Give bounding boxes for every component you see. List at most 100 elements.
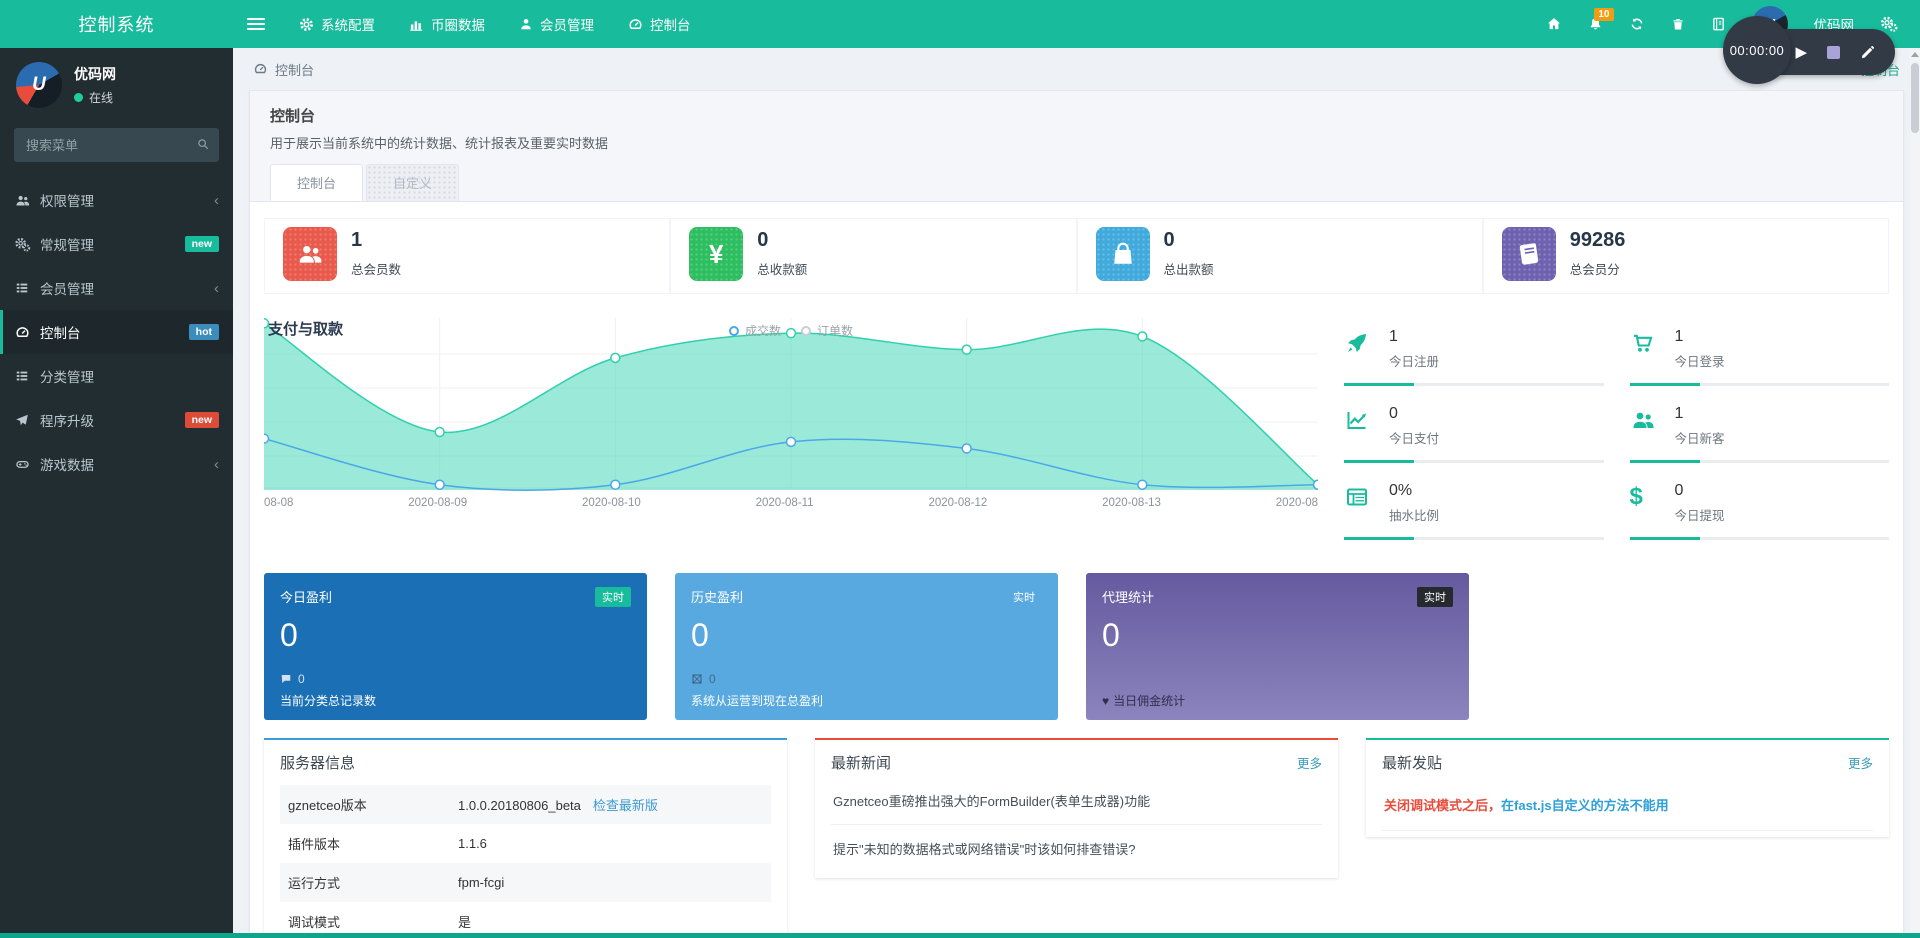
hot-badge: hot [189, 324, 219, 340]
book-icon [1502, 227, 1556, 281]
check-latest-link[interactable]: 检查最新版 [593, 798, 658, 813]
today-stats-grid: 1今日注册 1今日登录 0今日支付 [1344, 314, 1889, 553]
stat-card-total-paid-out[interactable]: 0总出款额 [1077, 218, 1483, 294]
bar-chart-icon [409, 17, 424, 32]
sidebar-item-upgrade[interactable]: 程序升级 new [0, 398, 233, 442]
mini-stat-withdrawals[interactable]: $ 0今日提现 [1630, 476, 1890, 540]
stat-card-total-points[interactable]: 99286总会员分 [1483, 218, 1889, 294]
realtime-badge: 实时 [1417, 587, 1453, 607]
hamburger-menu-icon[interactable] [247, 15, 265, 33]
nav-item-dashboard[interactable]: 控制台 [614, 0, 705, 48]
chart-title: 支付与取款 [268, 318, 343, 339]
breadcrumb: 控制台 控制台 [249, 48, 1904, 90]
sidebar-item-categories[interactable]: 分类管理 [0, 354, 233, 398]
card-agent-stats[interactable]: 代理统计实时 0 ♥当日佣金统计 [1086, 573, 1469, 720]
gear-icon [299, 17, 314, 32]
chevron-left-icon: ‹ [214, 456, 219, 473]
refresh-icon[interactable] [1629, 16, 1645, 32]
legend-dot [801, 326, 811, 336]
sidebar-item-permissions[interactable]: 权限管理 ‹ [0, 178, 233, 222]
nav-item-coin-data[interactable]: 币圈数据 [395, 0, 499, 48]
news-item[interactable]: Gznetceo重磅推出强大的FormBuilder(表单生成器)功能 [831, 777, 1322, 825]
main-content: 控制台 控制台 控制台 用于展示当前系统中的统计数据、统计报表及重要实时数据 控… [233, 48, 1920, 938]
card-today-profit[interactable]: 今日盈利实时 0 0 当前分类总记录数 [264, 573, 647, 720]
news-item[interactable]: 提示"未知的数据格式或网络错误"时该如何排查错误? [831, 825, 1322, 872]
dashboard-icon [628, 17, 643, 32]
chart-x-axis: 08-08 2020-08-09 2020-08-10 2020-08-11 2… [264, 497, 1318, 509]
line-chart-icon [1344, 405, 1376, 447]
latest-posts-panel: 最新发贴 更多 关闭调试模式之后，在fast.js自定义的方法不能用 [1366, 738, 1889, 837]
sidebar-item-general[interactable]: 常规管理 new [0, 222, 233, 266]
dashboard-icon [14, 325, 40, 340]
nav-item-members[interactable]: 会员管理 [505, 0, 608, 48]
search-input[interactable] [14, 128, 219, 162]
stat-cards-row: 1总会员数 ¥ 0总收款额 0总出款额 99286总会员分 [264, 218, 1889, 294]
stat-label: 总会员分 [1570, 259, 1626, 278]
more-link[interactable]: 更多 [1848, 753, 1873, 772]
top-navbar: 控制系统 系统配置 币圈数据 会员管理 控制台 1 [0, 0, 1920, 48]
nav-item-system-config[interactable]: 系统配置 [285, 0, 389, 48]
mini-stat-registrations[interactable]: 1今日注册 [1344, 322, 1604, 386]
page: 控制系统 系统配置 币圈数据 会员管理 控制台 1 [0, 0, 1920, 938]
nav-label: 系统配置 [321, 14, 375, 34]
post-item[interactable]: 关闭调试模式之后，在fast.js自定义的方法不能用 [1382, 783, 1873, 831]
server-info-panel: 服务器信息 gznetceo版本 1.0.0.20180806_beta检查最新… [264, 738, 787, 938]
trash-icon[interactable] [1671, 17, 1685, 32]
profit-cards-row: 今日盈利实时 0 0 当前分类总记录数 历史盈利实时 0 0 [264, 573, 1889, 720]
tab-dashboard[interactable]: 控制台 [270, 164, 363, 201]
more-link[interactable]: 更多 [1297, 753, 1322, 772]
rocket-icon [1344, 328, 1376, 370]
stop-icon[interactable] [1827, 46, 1840, 59]
users-icon [283, 227, 337, 281]
play-icon[interactable]: ▶ [1795, 43, 1807, 61]
avatar[interactable]: U [16, 62, 62, 108]
breadcrumb-current: 控制台 [275, 60, 314, 79]
mini-stat-rake-ratio[interactable]: 0%抽水比例 [1344, 476, 1604, 540]
sidebar-item-game-data[interactable]: 游戏数据 ‹ [0, 442, 233, 486]
profile-name: 优码网 [74, 64, 116, 84]
cogs-icon[interactable] [1880, 16, 1898, 32]
scroll-thumb[interactable] [1911, 63, 1919, 133]
scroll-up-arrow[interactable] [1911, 52, 1919, 57]
stat-label: 总收款额 [757, 259, 807, 278]
panel-title: 最新发贴 [1382, 752, 1442, 773]
card-history-profit[interactable]: 历史盈利实时 0 0 系统从运营到现在总盈利 [675, 573, 1058, 720]
timer-display[interactable]: 00:00:00 [1723, 16, 1791, 84]
legend-dot [729, 326, 739, 336]
mini-stat-logins[interactable]: 1今日登录 [1630, 322, 1890, 386]
stat-card-total-members[interactable]: 1总会员数 [264, 218, 670, 294]
list-icon [14, 369, 40, 383]
sidebar-item-members[interactable]: 会员管理 ‹ [0, 266, 233, 310]
yen-icon: ¥ [689, 227, 743, 281]
stat-label: 总会员数 [351, 259, 401, 278]
new-badge: new [185, 412, 219, 428]
card-value: 0 [1102, 619, 1453, 651]
legend-item-orders[interactable]: 订单数 [801, 322, 853, 339]
dashboard-panel: 控制台 用于展示当前系统中的统计数据、统计报表及重要实时数据 控制台 自定义 1… [249, 90, 1904, 932]
panel-title: 最新新闻 [831, 752, 891, 773]
stat-card-total-received[interactable]: ¥ 0总收款额 [670, 218, 1076, 294]
mini-stat-new-customers[interactable]: 1今日新客 [1630, 399, 1890, 463]
legend-item-deals[interactable]: 成交数 [729, 322, 781, 339]
server-info-table: gznetceo版本 1.0.0.20180806_beta检查最新版 插件版本… [280, 785, 771, 938]
search-icon[interactable] [196, 137, 210, 151]
address-book-icon[interactable] [1711, 16, 1726, 32]
area-chart[interactable] [264, 314, 1318, 492]
realtime-badge: 实时 [595, 587, 631, 607]
stat-value: 0 [1164, 227, 1214, 252]
tab-custom[interactable]: 自定义 [366, 164, 459, 201]
payments-chart: 支付与取款 成交数 订单数 08-08 2020-08-09 2020-08-1… [264, 314, 1318, 553]
chart-legend: 成交数 订单数 [729, 322, 853, 339]
sidebar-item-dashboard[interactable]: 控制台 hot [0, 310, 233, 354]
pencil-icon[interactable] [1860, 45, 1875, 60]
top-menu: 系统配置 币圈数据 会员管理 控制台 [285, 0, 705, 48]
table-icon [1344, 482, 1376, 524]
paper-plane-icon [14, 413, 40, 427]
mini-stat-payments[interactable]: 0今日支付 [1344, 399, 1604, 463]
page-scrollbar[interactable] [1910, 48, 1920, 938]
list-icon [14, 281, 40, 295]
gamepad-icon [14, 457, 40, 471]
sidebar-menu: 权限管理 ‹ 常规管理 new 会员管理 ‹ 控制台 hot [0, 178, 233, 486]
home-icon[interactable] [1546, 16, 1562, 32]
bell-icon[interactable]: 10 [1588, 16, 1603, 32]
